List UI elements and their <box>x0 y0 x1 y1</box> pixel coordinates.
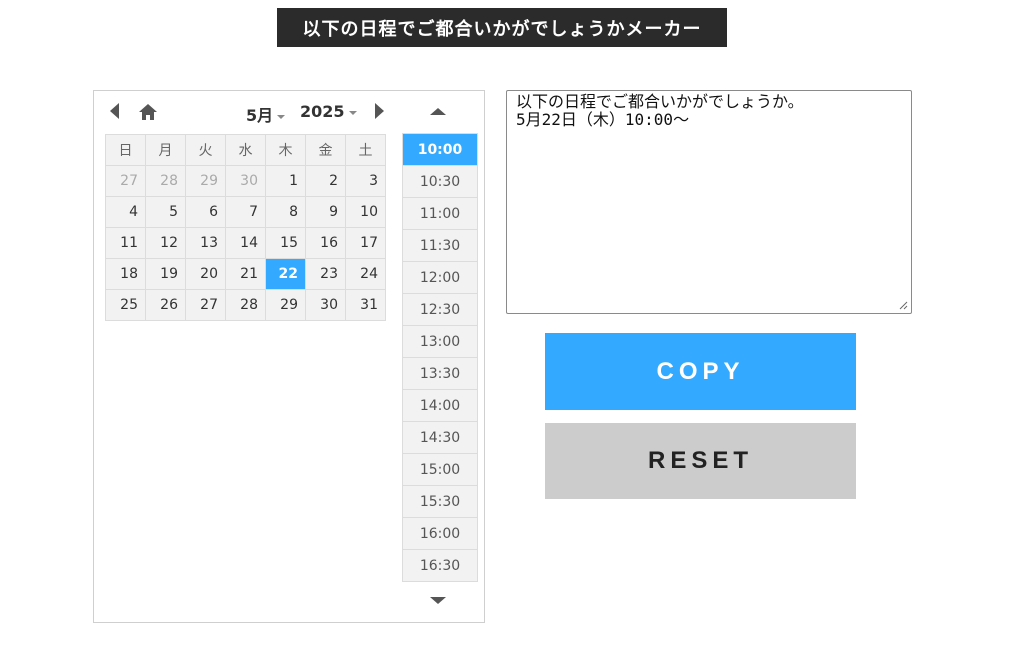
calendar-week: 11 12 13 14 15 16 17 <box>105 227 386 259</box>
calendar-day[interactable]: 23 <box>305 258 346 290</box>
reset-button[interactable]: RESET <box>545 423 856 499</box>
time-slot[interactable]: 11:00 <box>403 198 477 230</box>
chevron-down-icon <box>277 114 286 119</box>
calendar-day[interactable]: 11 <box>105 227 146 259</box>
weekday-label: 木 <box>265 134 306 166</box>
date-time-picker: 5月 2025 日月火水木金土 27 28 29 30 1 2 3 4 5 6 7 8 9 10 11 12 1… <box>93 90 485 623</box>
calendar-day[interactable]: 21 <box>225 258 266 290</box>
time-slot-selected[interactable]: 10:00 <box>403 134 477 166</box>
calendar-grid: 日月火水木金土 27 28 29 30 1 2 3 4 5 6 7 8 9 10 11 12 13 14 15 16 1… <box>105 134 386 321</box>
calendar-day[interactable]: 7 <box>225 196 266 228</box>
time-slot[interactable]: 10:30 <box>403 166 477 198</box>
calendar-day[interactable]: 12 <box>145 227 186 259</box>
calendar-day[interactable]: 31 <box>345 289 386 321</box>
time-slot[interactable]: 13:30 <box>403 358 477 390</box>
home-icon[interactable] <box>138 103 158 121</box>
calendar-day[interactable]: 14 <box>225 227 266 259</box>
calendar-day[interactable]: 20 <box>185 258 226 290</box>
calendar-day[interactable]: 28 <box>145 165 186 197</box>
calendar-day[interactable]: 16 <box>305 227 346 259</box>
calendar-day[interactable]: 19 <box>145 258 186 290</box>
calendar-day[interactable]: 27 <box>105 165 146 197</box>
year-select[interactable]: 2025 <box>300 102 357 121</box>
weekday-label: 月 <box>145 134 186 166</box>
copy-button[interactable]: COPY <box>545 333 856 410</box>
time-slot[interactable]: 14:30 <box>403 422 477 454</box>
month-label: 5月 <box>246 106 274 125</box>
output-textarea[interactable] <box>506 90 912 314</box>
calendar-day[interactable]: 26 <box>145 289 186 321</box>
time-slot[interactable]: 11:30 <box>403 230 477 262</box>
calendar-day[interactable]: 9 <box>305 196 346 228</box>
weekday-label: 水 <box>225 134 266 166</box>
calendar-week: 4 5 6 7 8 9 10 <box>105 196 386 228</box>
resize-handle-icon[interactable] <box>898 300 908 310</box>
calendar-week: 25 26 27 28 29 30 31 <box>105 289 386 321</box>
scroll-down-icon[interactable] <box>430 597 446 604</box>
calendar-day[interactable]: 17 <box>345 227 386 259</box>
time-slot[interactable]: 15:30 <box>403 486 477 518</box>
weekday-label: 土 <box>345 134 386 166</box>
calendar-day[interactable]: 29 <box>185 165 226 197</box>
calendar-day[interactable]: 6 <box>185 196 226 228</box>
calendar-day[interactable]: 3 <box>345 165 386 197</box>
chevron-down-icon <box>348 110 357 115</box>
calendar-day[interactable]: 10 <box>345 196 386 228</box>
calendar-day[interactable]: 5 <box>145 196 186 228</box>
scroll-up-icon[interactable] <box>430 108 446 115</box>
prev-month-icon[interactable] <box>110 103 119 119</box>
calendar-day[interactable]: 15 <box>265 227 306 259</box>
calendar-day[interactable]: 29 <box>265 289 306 321</box>
calendar-nav: 5月 2025 <box>94 91 392 133</box>
calendar-day[interactable]: 8 <box>265 196 306 228</box>
weekday-label: 火 <box>185 134 226 166</box>
calendar-day[interactable]: 27 <box>185 289 226 321</box>
calendar-day[interactable]: 13 <box>185 227 226 259</box>
time-slot[interactable]: 12:00 <box>403 262 477 294</box>
time-slot[interactable]: 12:30 <box>403 294 477 326</box>
calendar-week: 27 28 29 30 1 2 3 <box>105 165 386 197</box>
calendar-week: 18 19 20 21 22 23 24 <box>105 258 386 290</box>
month-select[interactable]: 5月 <box>246 102 286 126</box>
calendar-day-selected[interactable]: 22 <box>265 258 306 290</box>
calendar-day[interactable]: 4 <box>105 196 146 228</box>
calendar-day[interactable]: 24 <box>345 258 386 290</box>
next-month-icon[interactable] <box>375 103 384 119</box>
calendar-day[interactable]: 18 <box>105 258 146 290</box>
time-slot[interactable]: 15:00 <box>403 454 477 486</box>
calendar-day[interactable]: 30 <box>305 289 346 321</box>
page-title: 以下の日程でご都合いかがでしょうかメーカー <box>277 8 727 47</box>
calendar-day[interactable]: 1 <box>265 165 306 197</box>
time-slot[interactable]: 14:00 <box>403 390 477 422</box>
time-list: 10:00 10:30 11:00 11:30 12:00 12:30 13:00 13:30… <box>402 133 478 582</box>
calendar-day[interactable]: 28 <box>225 289 266 321</box>
calendar-day[interactable]: 25 <box>105 289 146 321</box>
calendar-day[interactable]: 30 <box>225 165 266 197</box>
year-label: 2025 <box>300 102 345 121</box>
time-slot[interactable]: 13:00 <box>403 326 477 358</box>
time-slot[interactable]: 16:00 <box>403 518 477 550</box>
weekday-header: 日月火水木金土 <box>105 134 386 166</box>
calendar-day[interactable]: 2 <box>305 165 346 197</box>
time-slot[interactable]: 16:30 <box>403 550 477 582</box>
weekday-label: 金 <box>305 134 346 166</box>
weekday-label: 日 <box>105 134 146 166</box>
